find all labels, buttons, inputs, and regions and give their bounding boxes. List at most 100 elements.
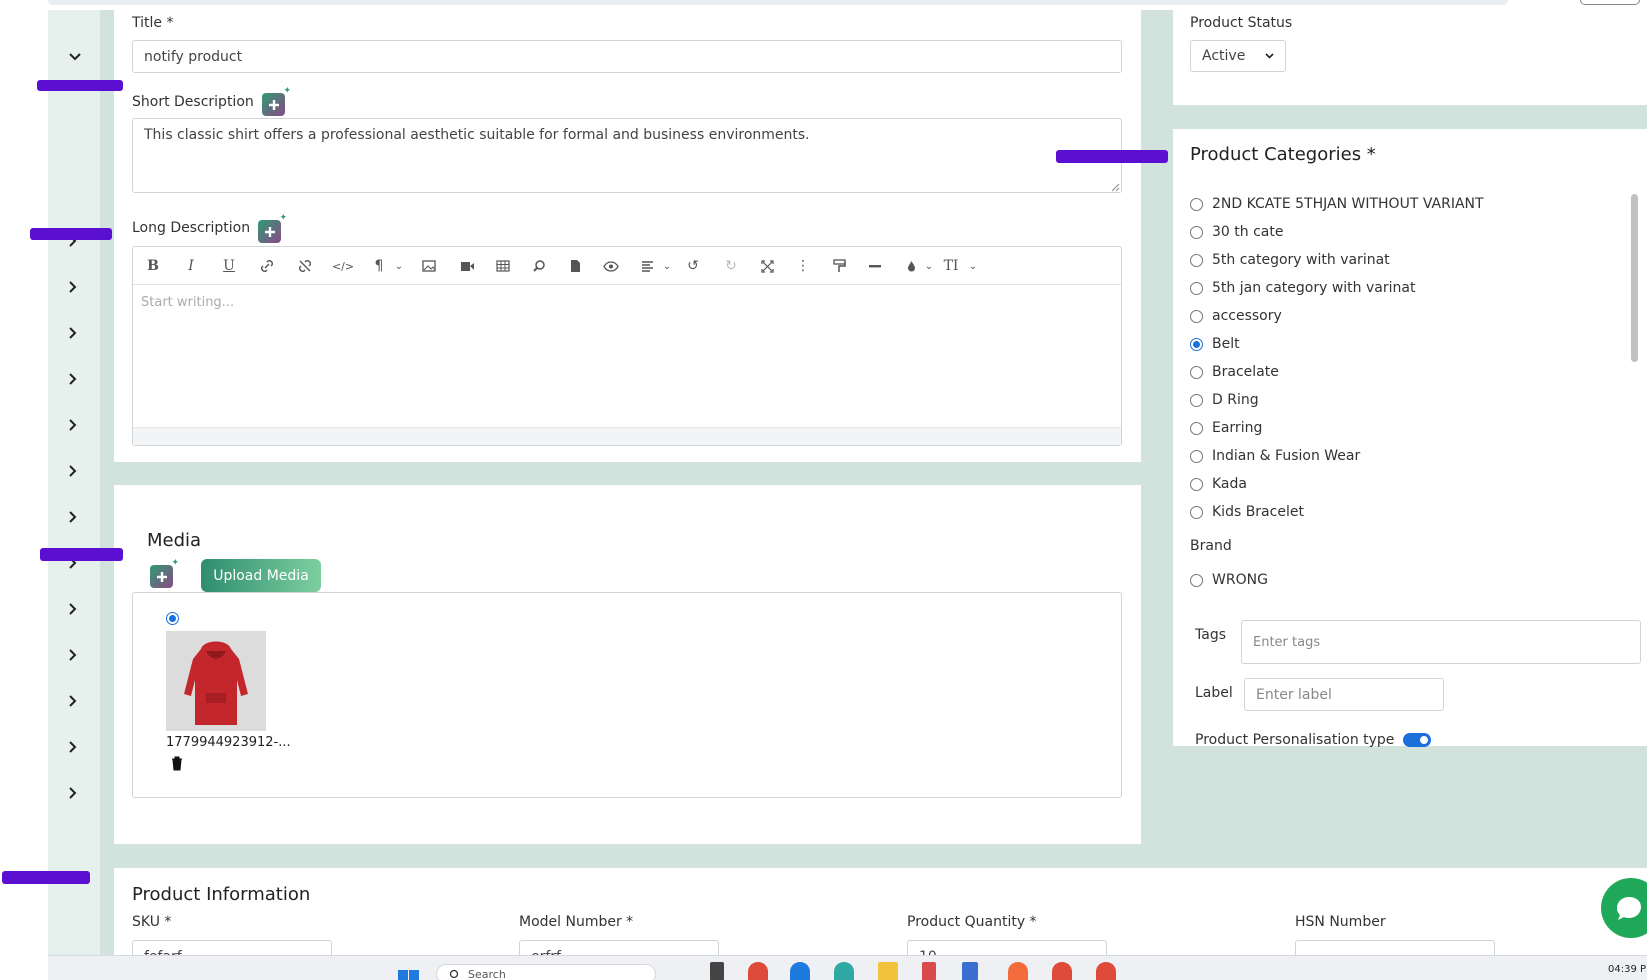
chevron-right-icon[interactable]: [66, 648, 80, 662]
category-option[interactable]: 30 th cate: [1190, 224, 1283, 240]
category-option[interactable]: 5th category with varinat: [1190, 252, 1390, 268]
radio-button[interactable]: [1190, 225, 1203, 239]
color-drop-icon[interactable]: [901, 256, 921, 276]
image-icon[interactable]: [419, 256, 439, 276]
link-icon[interactable]: [257, 256, 277, 276]
horizontal-rule-icon[interactable]: [865, 256, 885, 276]
vscode-icon[interactable]: [790, 962, 810, 980]
category-option[interactable]: Bracelate: [1190, 364, 1279, 380]
chevron-right-icon[interactable]: [66, 694, 80, 708]
format-painter-icon[interactable]: [829, 256, 849, 276]
category-option[interactable]: Belt: [1190, 336, 1240, 352]
media-select-radio[interactable]: [166, 612, 179, 625]
personalisation-toggle[interactable]: [1403, 733, 1431, 747]
more-vertical-icon[interactable]: ⋮: [793, 256, 813, 276]
brand-option[interactable]: WRONG: [1190, 572, 1268, 588]
chevron-right-icon[interactable]: [66, 464, 80, 478]
postman-icon[interactable]: [1008, 962, 1028, 980]
categories-scrollbar[interactable]: [1631, 194, 1638, 362]
chevron-down-icon[interactable]: ⌄: [657, 256, 677, 276]
chevron-down-icon[interactable]: ⌄: [389, 256, 409, 276]
chevron-right-icon[interactable]: [66, 786, 80, 800]
align-icon[interactable]: [637, 256, 657, 276]
table-icon[interactable]: [493, 256, 513, 276]
ai-generate-icon[interactable]: ✦: [262, 87, 291, 116]
editor-placeholder[interactable]: Start writing...: [141, 295, 234, 310]
tags-input[interactable]: Enter tags: [1241, 620, 1641, 664]
radio-button[interactable]: [1190, 309, 1203, 323]
radio-button[interactable]: [1190, 421, 1203, 435]
radio-button-selected[interactable]: [1190, 337, 1203, 351]
windows-start-icon[interactable]: [398, 968, 420, 980]
trash-icon[interactable]: [171, 756, 183, 771]
file-icon[interactable]: [565, 256, 585, 276]
chevron-down-icon[interactable]: ⌄: [963, 256, 983, 276]
annotation-mark: [37, 80, 123, 91]
chevron-down-icon[interactable]: [68, 50, 82, 64]
chevron-right-icon[interactable]: [66, 602, 80, 616]
underline-icon[interactable]: U: [219, 256, 239, 276]
product-status-select[interactable]: Active: [1190, 40, 1286, 72]
chevron-right-icon[interactable]: [66, 280, 80, 294]
chrome-icon[interactable]: [1096, 962, 1116, 980]
category-option[interactable]: Kada: [1190, 476, 1247, 492]
undo-icon[interactable]: ↺: [683, 256, 703, 276]
code-icon[interactable]: </>: [332, 256, 354, 276]
top-bar-button[interactable]: [1580, 0, 1640, 5]
title-input[interactable]: notify product: [132, 40, 1122, 73]
chevron-right-icon[interactable]: [66, 326, 80, 340]
chrome-icon[interactable]: [748, 962, 768, 980]
radio-button[interactable]: [1190, 393, 1203, 407]
ai-generate-icon[interactable]: ✦: [150, 559, 179, 588]
category-label: accessory: [1212, 308, 1282, 324]
radio-button[interactable]: [1190, 477, 1203, 491]
chevron-right-icon[interactable]: [66, 740, 80, 754]
category-option[interactable]: Earring: [1190, 420, 1262, 436]
short-description-textarea[interactable]: This classic shirt offers a professional…: [132, 118, 1122, 193]
annotation-mark: [30, 228, 112, 240]
category-option[interactable]: Kids Bracelet: [1190, 504, 1304, 520]
search-icon[interactable]: [529, 256, 549, 276]
radio-button[interactable]: [1190, 449, 1203, 463]
category-option[interactable]: D Ring: [1190, 392, 1259, 408]
radio-button[interactable]: [1190, 573, 1203, 587]
category-option[interactable]: accessory: [1190, 308, 1282, 324]
folder-icon[interactable]: [878, 962, 898, 980]
taskbar-search[interactable]: Search: [436, 964, 656, 980]
bold-icon[interactable]: B: [143, 256, 163, 276]
category-option[interactable]: Indian & Fusion Wear: [1190, 448, 1360, 464]
chevron-right-icon[interactable]: [66, 372, 80, 386]
radio-button[interactable]: [1190, 281, 1203, 295]
chevron-right-icon[interactable]: [66, 418, 80, 432]
task-view-icon[interactable]: [710, 962, 724, 980]
italic-icon[interactable]: I: [181, 256, 201, 276]
edge-icon[interactable]: [834, 962, 854, 980]
chrome-icon[interactable]: [1052, 962, 1072, 980]
radio-button[interactable]: [1190, 197, 1203, 211]
radio-button[interactable]: [1190, 505, 1203, 519]
radio-button[interactable]: [1190, 253, 1203, 267]
category-option[interactable]: 5th jan category with varinat: [1190, 280, 1415, 296]
notepad-icon[interactable]: [962, 962, 978, 980]
unlink-icon[interactable]: [295, 256, 315, 276]
upload-media-button[interactable]: Upload Media: [201, 559, 321, 592]
label-input[interactable]: Enter label: [1244, 678, 1444, 711]
pdf-icon[interactable]: [922, 962, 936, 980]
fullscreen-icon[interactable]: [757, 256, 777, 276]
font-size-icon[interactable]: TI: [941, 256, 961, 276]
radio-button[interactable]: [1190, 365, 1203, 379]
hsn-number-label: HSN Number: [1295, 914, 1386, 930]
video-icon[interactable]: [457, 256, 477, 276]
category-option[interactable]: 2ND KCATE 5THJAN WITHOUT VARIANT: [1190, 196, 1484, 212]
paragraph-icon[interactable]: ¶: [369, 256, 389, 276]
redo-icon[interactable]: ↻: [721, 256, 741, 276]
media-file-name: 1779944923912-...: [166, 735, 291, 750]
product-image[interactable]: [166, 631, 266, 731]
chevron-down-icon[interactable]: ⌄: [919, 256, 939, 276]
ai-generate-icon[interactable]: ✦: [258, 214, 287, 243]
eye-icon[interactable]: [601, 256, 621, 276]
resize-handle-icon[interactable]: [1111, 183, 1120, 192]
annotation-mark: [2, 871, 90, 884]
chevron-right-icon[interactable]: [66, 510, 80, 524]
category-label: 5th jan category with varinat: [1212, 280, 1416, 296]
